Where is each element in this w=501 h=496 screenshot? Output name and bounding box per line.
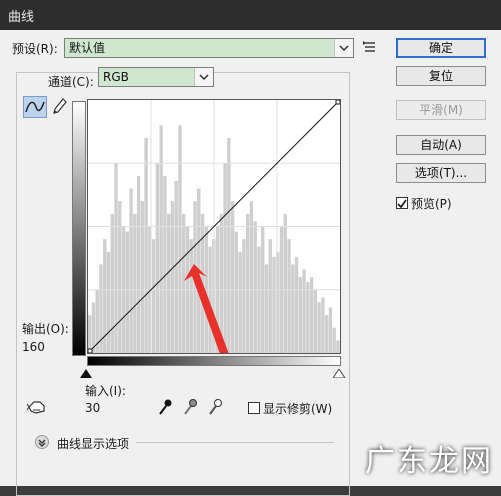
histogram-bar <box>291 264 295 353</box>
histogram-bar <box>302 269 306 353</box>
curve-endpoint[interactable] <box>335 99 341 105</box>
window-title: 曲线 <box>8 10 35 25</box>
histogram-bar <box>230 201 235 353</box>
histogram-bar <box>125 231 129 353</box>
histogram-bar <box>88 315 92 353</box>
histogram-bar <box>170 201 175 353</box>
gray-eyedropper-icon[interactable] <box>182 398 198 419</box>
histogram-bar <box>189 239 193 353</box>
histogram-bar <box>294 256 299 353</box>
histogram-bar <box>234 231 239 353</box>
histogram-bar <box>253 221 257 353</box>
reset-button[interactable]: 复位 <box>396 66 486 86</box>
preset-label: 预设(R): <box>12 42 58 56</box>
white-point-slider[interactable] <box>332 367 346 381</box>
histogram-bar <box>91 302 96 353</box>
histogram-bar <box>287 239 291 353</box>
histogram-bar <box>249 201 254 353</box>
histogram-bar <box>336 340 340 353</box>
histogram-bar <box>182 213 186 353</box>
auto-button[interactable]: 自动(A) <box>396 135 486 155</box>
histogram-bar <box>264 264 269 353</box>
title-bar: 曲线 <box>0 0 501 30</box>
ok-button[interactable]: 确定 <box>396 38 486 58</box>
black-point-slider[interactable] <box>80 367 92 381</box>
histogram-bar <box>136 175 141 353</box>
options-button[interactable]: 选项(T)... <box>396 163 486 183</box>
curve-graph-svg <box>87 99 341 365</box>
histogram-bar <box>118 201 122 353</box>
histogram-bar <box>110 213 114 353</box>
preset-select[interactable]: 默认值 <box>64 38 354 58</box>
preset-value: 默认值 <box>69 41 106 55</box>
histogram-bar <box>151 239 156 353</box>
histogram-bar <box>133 213 137 353</box>
output-value[interactable]: 160 <box>22 340 45 354</box>
histogram-bar <box>298 277 303 353</box>
histogram-bar <box>178 125 182 353</box>
histogram-bar <box>223 163 227 353</box>
histogram-bar <box>317 302 321 353</box>
histogram-bar <box>309 277 314 353</box>
histogram-bar <box>140 201 145 353</box>
histogram-bar <box>106 251 111 353</box>
histogram-bar <box>321 297 325 353</box>
histogram-bar <box>328 307 333 353</box>
divider <box>136 442 334 443</box>
histogram-bar <box>129 188 133 353</box>
histogram-bar <box>238 251 242 353</box>
histogram-bar <box>166 213 171 353</box>
histogram-bar <box>245 213 250 353</box>
expand-chevron-icon[interactable] <box>35 435 49 452</box>
chevron-down-icon <box>334 39 353 57</box>
histogram-bar <box>155 163 160 353</box>
histogram-bar <box>268 239 272 353</box>
histogram-bar <box>306 282 310 353</box>
show-clipping-label: 显示修剪(W) <box>263 402 333 416</box>
histogram-bar <box>144 137 148 353</box>
channel-value: RGB <box>103 70 129 84</box>
on-image-adjust-hand-icon[interactable] <box>26 398 48 419</box>
watermark-text: 广东龙网 <box>365 444 493 479</box>
histogram-bar <box>227 137 231 353</box>
histogram-bar <box>324 315 329 353</box>
histogram-bar <box>163 175 167 353</box>
curve-edit-tool-icon[interactable] <box>23 96 47 118</box>
histogram-bar <box>272 256 276 353</box>
input-value[interactable]: 30 <box>85 401 100 415</box>
curve-graph[interactable] <box>87 99 341 365</box>
channel-label: 通道(C): <box>48 75 94 89</box>
smooth-button: 平滑(M) <box>396 100 486 120</box>
channel-select[interactable]: RGB <box>98 67 214 87</box>
curve-endpoint[interactable] <box>87 348 93 354</box>
histogram-bar <box>159 125 163 353</box>
histogram-bar <box>257 246 261 353</box>
output-gradient-bar <box>72 101 86 356</box>
curve-display-options-label[interactable]: 曲线显示选项 <box>57 435 129 452</box>
white-eyedropper-icon[interactable] <box>207 398 223 419</box>
histogram-bar <box>174 180 178 353</box>
preset-options-icon[interactable] <box>363 40 377 57</box>
checkmark-icon <box>397 199 407 209</box>
input-label: 输入(I): <box>85 384 126 398</box>
show-clipping-checkbox[interactable] <box>248 402 260 414</box>
pencil-icon[interactable] <box>50 96 68 119</box>
black-eyedropper-icon[interactable] <box>157 398 173 419</box>
chevron-down-icon <box>194 68 213 86</box>
preview-label: 预览(P) <box>411 197 452 211</box>
histogram-bar <box>332 327 336 353</box>
preview-checkbox[interactable] <box>396 197 408 209</box>
input-gradient-bar <box>87 356 341 366</box>
histogram-bar <box>283 213 287 353</box>
histogram-bar <box>242 239 246 353</box>
histogram-bar <box>313 289 318 353</box>
output-label: 输出(O): <box>22 322 69 336</box>
